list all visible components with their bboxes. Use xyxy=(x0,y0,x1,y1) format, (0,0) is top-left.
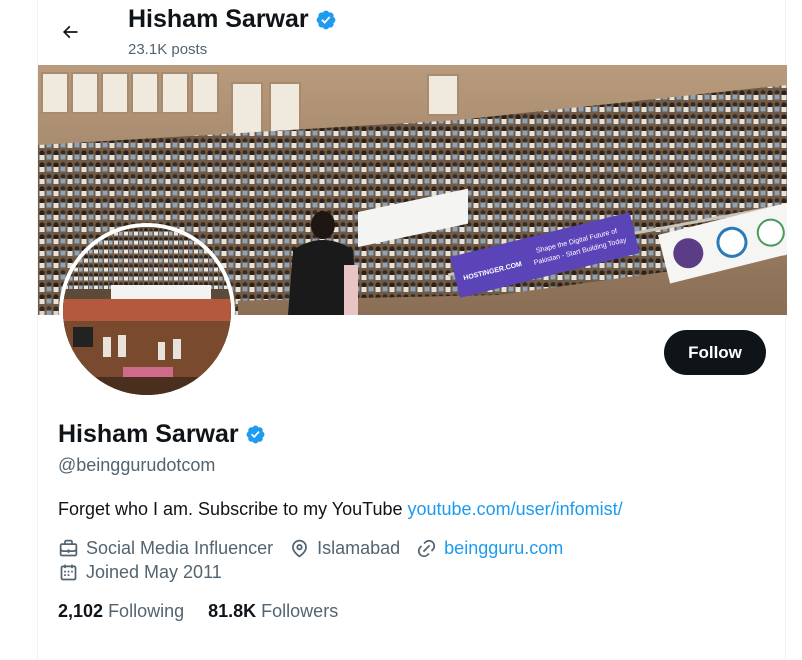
profile-display-name: Hisham Sarwar xyxy=(58,420,266,449)
display-name-text: Hisham Sarwar xyxy=(58,420,239,448)
meta-website: beingguru.com xyxy=(416,538,563,559)
profile-column: Hisham Sarwar 23.1K posts HOSTINGER.COM … xyxy=(37,0,787,660)
bio-youtube-link[interactable]: youtube.com/user/infomist/ xyxy=(408,499,623,519)
website-link[interactable]: beingguru.com xyxy=(444,538,563,559)
follow-stats: 2,102 Following 81.8K Followers xyxy=(58,601,362,622)
followers-stat[interactable]: 81.8K Followers xyxy=(208,601,338,622)
bio-text: Forget who I am. Subscribe to my YouTube xyxy=(58,499,408,519)
following-stat[interactable]: 2,102 Following xyxy=(58,601,184,622)
profile-bio: Forget who I am. Subscribe to my YouTube… xyxy=(58,499,623,520)
calendar-icon xyxy=(60,564,77,581)
following-label: Following xyxy=(108,601,185,621)
location-pin-icon xyxy=(292,539,308,558)
arrow-left-icon xyxy=(62,25,78,39)
avatar-photo xyxy=(63,227,231,395)
header-title: Hisham Sarwar xyxy=(128,5,337,34)
category-label: Social Media Influencer xyxy=(86,538,274,558)
joined-label: Joined May 2011 xyxy=(86,562,222,582)
briefcase-icon xyxy=(59,539,78,557)
location-label: Islamabad xyxy=(317,538,401,558)
back-button[interactable] xyxy=(52,14,88,50)
post-count: 23.1K posts xyxy=(128,41,208,58)
verified-badge-icon[interactable] xyxy=(245,424,266,445)
link-icon xyxy=(418,539,436,558)
followers-label: Followers xyxy=(261,601,339,621)
top-bar: Hisham Sarwar 23.1K posts xyxy=(38,0,787,65)
meta-category: Social Media Influencer xyxy=(58,538,273,559)
profile-handle: @beinggurudotcom xyxy=(58,455,216,475)
profile-meta-row: Social Media Influencer Islamabad beingg… xyxy=(58,538,579,559)
follow-button[interactable]: Follow xyxy=(664,330,766,375)
profile-joined-row: Joined May 2011 xyxy=(58,562,238,583)
header-name: Hisham Sarwar xyxy=(128,5,309,33)
profile-avatar[interactable] xyxy=(59,223,235,399)
verified-badge-icon[interactable] xyxy=(315,9,337,31)
following-count: 2,102 xyxy=(58,601,104,621)
meta-location: Islamabad xyxy=(289,538,400,559)
followers-count: 81.8K xyxy=(208,601,257,621)
meta-joined: Joined May 2011 xyxy=(58,562,222,583)
